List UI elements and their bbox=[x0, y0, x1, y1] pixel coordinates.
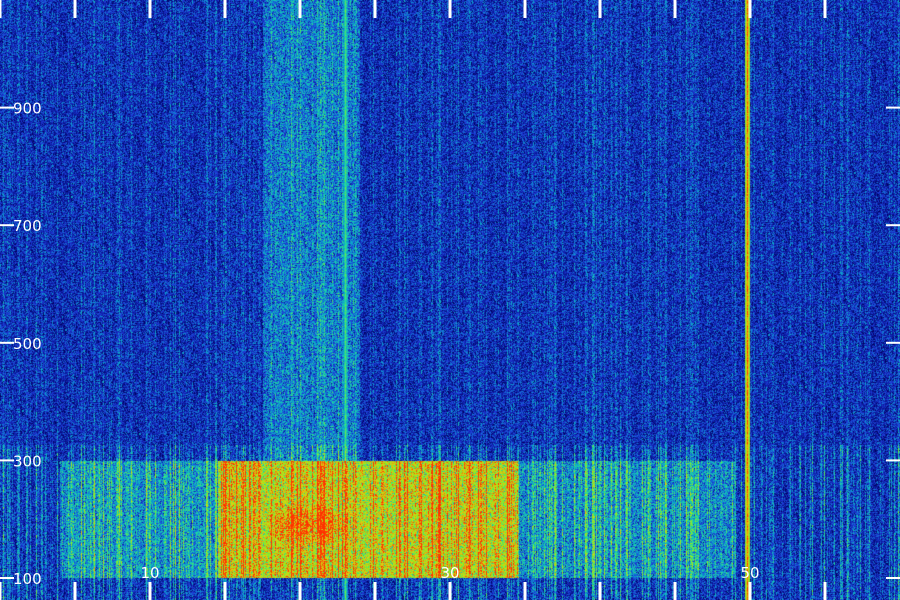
y-axis: 100 300 500 700 900 bbox=[0, 100, 900, 588]
y-tick-label: 300 bbox=[13, 452, 42, 470]
chart-overlay: 100 300 500 700 900 10 30 50 bbox=[0, 0, 900, 600]
x-tick-label: 50 bbox=[740, 564, 759, 582]
x-ticks-top bbox=[0, 0, 827, 18]
y-tick-label: 100 bbox=[13, 570, 42, 588]
x-axis-labels: 10 30 50 bbox=[140, 564, 759, 582]
y-tick-label: 900 bbox=[13, 100, 42, 118]
y-tick-label: 700 bbox=[13, 217, 42, 235]
y-tick-label: 500 bbox=[13, 335, 42, 353]
x-tick-label: 30 bbox=[440, 564, 459, 582]
x-tick-label: 10 bbox=[140, 564, 159, 582]
x-ticks-bottom bbox=[0, 582, 827, 600]
